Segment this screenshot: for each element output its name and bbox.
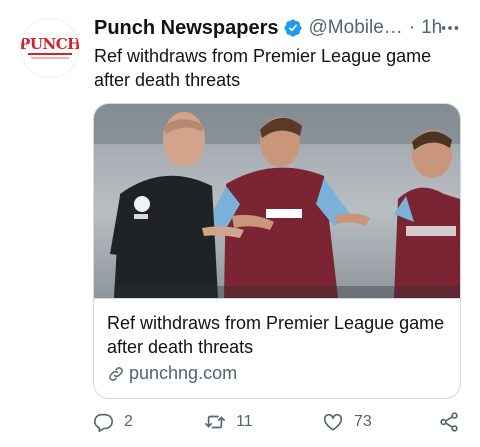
tweet-text: Ref withdraws from Premier League game a…: [94, 46, 432, 90]
action-bar: 2 11 73: [92, 406, 464, 438]
link-card[interactable]: Ref withdraws from Premier League game a…: [93, 103, 461, 399]
retweet-icon: [205, 415, 225, 429]
reply-button[interactable]: 2: [92, 406, 133, 438]
tweet-header: Punch Newspapers @Mobile… · 1h: [94, 14, 464, 42]
like-button[interactable]: 73: [322, 406, 372, 438]
separator-dot: ·: [408, 17, 416, 38]
retweet-count: 11: [236, 413, 253, 430]
logo-text: PUNCH: [20, 35, 80, 53]
author-name[interactable]: Punch Newspapers: [94, 17, 279, 40]
heart-icon: [323, 413, 343, 431]
card-divider: [94, 298, 460, 299]
card-domain-text: punchng.com: [129, 363, 238, 383]
reply-icon: [93, 413, 113, 432]
verified-badge-icon: [283, 18, 303, 38]
author-handle[interactable]: @Mobile…: [309, 17, 403, 39]
logo-underline: [28, 53, 72, 55]
tweet[interactable]: PUNCH Punch Newspapers @Mobile… · 1h Ref…: [0, 0, 480, 447]
reply-count: 2: [124, 413, 133, 430]
avatar[interactable]: PUNCH: [20, 18, 80, 78]
card-image[interactable]: [94, 104, 460, 298]
more-horizontal-icon[interactable]: [438, 16, 462, 40]
like-count: 73: [354, 413, 372, 430]
logo-tagline: [31, 57, 69, 59]
card-domain[interactable]: punchng.com: [107, 363, 237, 384]
share-icon: [440, 412, 458, 432]
link-icon: [109, 366, 123, 381]
punch-logo: PUNCH: [20, 35, 80, 59]
share-button[interactable]: [438, 406, 460, 438]
card-title[interactable]: Ref withdraws from Premier League game a…: [107, 311, 447, 359]
retweet-button[interactable]: 11: [204, 406, 253, 438]
